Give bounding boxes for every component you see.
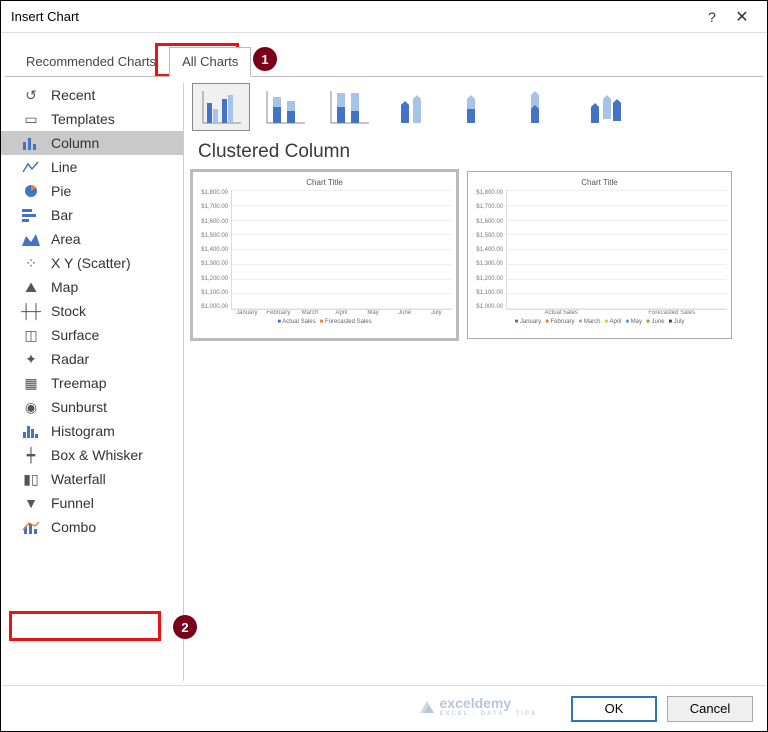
sidebar-item-label: Waterfall: [51, 471, 106, 487]
subtype-100-stacked-column[interactable]: [320, 83, 378, 131]
sidebar-item-histogram[interactable]: Histogram: [1, 419, 183, 443]
sidebar-item-templates[interactable]: ▭ Templates: [1, 107, 183, 131]
sidebar-item-scatter[interactable]: ⁘ X Y (Scatter): [1, 251, 183, 275]
line-icon: [21, 159, 41, 175]
dialog-body: ↺ Recent ▭ Templates Column Line Pie Bar A…: [1, 77, 767, 687]
sidebar-item-sunburst[interactable]: ◉ Sunburst: [1, 395, 183, 419]
sidebar-item-combo[interactable]: Combo: [1, 515, 183, 539]
subtype-3d-clustered-column[interactable]: [384, 83, 442, 131]
sidebar-item-label: Stock: [51, 303, 86, 319]
sidebar-item-radar[interactable]: ✦ Radar: [1, 347, 183, 371]
subtype-3d-stacked-column[interactable]: [448, 83, 506, 131]
bar-icon: [21, 207, 41, 223]
sidebar-item-label: Sunburst: [51, 399, 107, 415]
chart-type-sidebar: ↺ Recent ▭ Templates Column Line Pie Bar A…: [1, 77, 183, 687]
area-icon: [21, 231, 41, 247]
chart-preview-2[interactable]: Chart Title $1,800.00$1,700.00$1,600.00$…: [467, 171, 732, 339]
box-whisker-icon: ┿: [21, 447, 41, 463]
radar-icon: ✦: [21, 351, 41, 367]
sidebar-item-label: Treemap: [51, 375, 107, 391]
annotation-badge-1: 1: [253, 47, 277, 71]
sidebar-item-surface[interactable]: ◫ Surface: [1, 323, 183, 347]
annotation-badge-2: 2: [173, 615, 197, 639]
cancel-button[interactable]: Cancel: [667, 696, 753, 722]
titlebar: Insert Chart ? ✕: [1, 1, 767, 33]
sidebar-item-label: Surface: [51, 327, 99, 343]
sidebar-item-label: Funnel: [51, 495, 94, 511]
surface-icon: ◫: [21, 327, 41, 343]
stock-icon: ┼┼: [21, 303, 41, 319]
y-axis: $1,800.00$1,700.00$1,600.00$1,500.00$1,4…: [472, 190, 506, 310]
subtype-clustered-column[interactable]: [192, 83, 250, 131]
sidebar-item-area[interactable]: Area: [1, 227, 183, 251]
dialog-footer: OK Cancel: [1, 685, 767, 731]
sunburst-icon: ◉: [21, 399, 41, 415]
sidebar-item-line[interactable]: Line: [1, 155, 183, 179]
chart-content-area: Clustered Column Chart Title $1,800.00$1…: [184, 77, 767, 687]
map-icon: ⛰: [21, 279, 41, 295]
sidebar-item-stock[interactable]: ┼┼ Stock: [1, 299, 183, 323]
close-button[interactable]: ✕: [727, 7, 757, 27]
plot-area: [506, 190, 727, 310]
sidebar-item-label: Radar: [51, 351, 89, 367]
sidebar-item-label: X Y (Scatter): [51, 255, 131, 271]
legend: Actual SalesForecasted Sales: [197, 319, 452, 325]
waterfall-icon: ▮▯: [21, 471, 41, 487]
sidebar-item-bar[interactable]: Bar: [1, 203, 183, 227]
insert-chart-dialog: Insert Chart ? ✕ Recommended Charts All …: [0, 0, 768, 732]
tab-row: Recommended Charts All Charts 1: [1, 33, 767, 77]
dialog-title: Insert Chart: [11, 9, 697, 24]
subtype-3d-100-stacked-column[interactable]: [512, 83, 570, 131]
tab-underline: [5, 76, 763, 77]
x-axis: Actual SalesForecasted Sales: [506, 310, 727, 316]
templates-icon: ▭: [21, 111, 41, 127]
legend: JanuaryFebruaryMarchAprilMayJuneJuly: [472, 319, 727, 325]
column-icon: [21, 135, 41, 151]
chart-area: $1,800.00$1,700.00$1,600.00$1,500.00$1,4…: [472, 190, 727, 310]
sidebar-item-label: Area: [51, 231, 81, 247]
annotation-highlight-2: [9, 611, 161, 641]
sidebar-item-label: Templates: [51, 111, 115, 127]
ok-button[interactable]: OK: [571, 696, 657, 722]
recent-icon: ↺: [21, 87, 41, 103]
sidebar-item-label: Combo: [51, 519, 96, 535]
chart-preview-title: Chart Title: [472, 178, 727, 187]
chart-preview-title: Chart Title: [197, 178, 452, 187]
treemap-icon: ▦: [21, 375, 41, 391]
sidebar-item-label: Histogram: [51, 423, 115, 439]
sidebar-item-label: Map: [51, 279, 78, 295]
tab-recommended-charts[interactable]: Recommended Charts: [13, 47, 169, 77]
sidebar-item-label: Bar: [51, 207, 73, 223]
subtype-3d-column[interactable]: [576, 83, 634, 131]
scatter-icon: ⁘: [21, 255, 41, 271]
chart-preview-1[interactable]: Chart Title $1,800.00$1,700.00$1,600.00$…: [192, 171, 457, 339]
chart-area: $1,800.00$1,700.00$1,600.00$1,500.00$1,4…: [197, 190, 452, 310]
sidebar-item-map[interactable]: ⛰ Map: [1, 275, 183, 299]
sidebar-item-label: Pie: [51, 183, 71, 199]
subtype-stacked-column[interactable]: [256, 83, 314, 131]
funnel-icon: ▼: [21, 495, 41, 511]
tab-all-charts[interactable]: All Charts: [169, 47, 251, 77]
combo-icon: [21, 519, 41, 535]
plot-area: [231, 190, 452, 310]
sidebar-item-label: Column: [51, 135, 99, 151]
chart-section-title: Clustered Column: [198, 141, 759, 163]
sidebar-item-label: Box & Whisker: [51, 447, 143, 463]
x-axis: JanuaryFebruaryMarchAprilMayJuneJuly: [231, 310, 452, 316]
sidebar-item-box-whisker[interactable]: ┿ Box & Whisker: [1, 443, 183, 467]
y-axis: $1,800.00$1,700.00$1,600.00$1,500.00$1,4…: [197, 190, 231, 310]
sidebar-item-treemap[interactable]: ▦ Treemap: [1, 371, 183, 395]
sidebar-item-waterfall[interactable]: ▮▯ Waterfall: [1, 467, 183, 491]
chart-subtype-row: [192, 83, 759, 131]
sidebar-item-label: Line: [51, 159, 77, 175]
histogram-icon: [21, 423, 41, 439]
help-button[interactable]: ?: [697, 9, 727, 25]
sidebar-item-column[interactable]: Column: [1, 131, 183, 155]
pie-icon: [21, 183, 41, 199]
sidebar-item-label: Recent: [51, 87, 95, 103]
chart-previews: Chart Title $1,800.00$1,700.00$1,600.00$…: [192, 171, 759, 339]
sidebar-item-funnel[interactable]: ▼ Funnel: [1, 491, 183, 515]
sidebar-item-recent[interactable]: ↺ Recent: [1, 83, 183, 107]
sidebar-item-pie[interactable]: Pie: [1, 179, 183, 203]
